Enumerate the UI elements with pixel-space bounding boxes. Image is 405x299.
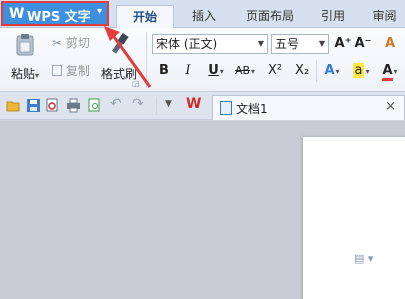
- group-divider: [146, 32, 147, 88]
- redo-icon[interactable]: ↷: [132, 96, 147, 112]
- underline-label: U: [208, 63, 219, 78]
- print-preview-icon[interactable]: [45, 98, 60, 113]
- document-workspace: ▤ ▾: [0, 121, 405, 299]
- copy-icon: [52, 65, 62, 76]
- cut-button[interactable]: ✂ 剪切: [52, 34, 90, 51]
- strikethrough-button[interactable]: AB▾: [230, 61, 260, 81]
- clipboard-dialog-launcher-icon[interactable]: ◲: [132, 79, 140, 88]
- document-icon: [220, 101, 232, 115]
- clear-format-button[interactable]: A: [380, 34, 400, 54]
- shrink-font-button[interactable]: A⁻: [354, 34, 372, 54]
- paste-label: 粘贴: [10, 67, 35, 81]
- paste-button[interactable]: 粘贴▾: [6, 32, 44, 88]
- document-tab[interactable]: 文档1 ×: [212, 95, 405, 120]
- tab-review[interactable]: 审阅: [364, 5, 405, 28]
- tab-references[interactable]: 引用: [310, 5, 356, 28]
- toolbar-divider: [156, 97, 157, 115]
- tab-home[interactable]: 开始: [116, 5, 174, 29]
- text-effect-button[interactable]: A▾: [319, 61, 345, 81]
- chevron-down-icon: ▾: [335, 67, 340, 76]
- copy-button[interactable]: 复制: [52, 62, 90, 79]
- copy-label: 复制: [65, 64, 90, 78]
- document-tab-title: 文档1: [236, 102, 268, 116]
- font-color-label: A: [382, 63, 393, 81]
- save-icon[interactable]: [26, 98, 41, 113]
- close-icon[interactable]: ×: [385, 99, 396, 114]
- open-icon[interactable]: [6, 98, 21, 113]
- tab-strip: W WPS 文字 ▾ 开始 插入 页面布局 引用 审阅: [0, 0, 405, 29]
- paintbrush-icon: [111, 33, 129, 54]
- chevron-down-icon: ▾: [393, 67, 398, 76]
- highlight-label: a: [352, 63, 365, 78]
- app-menu-label: WPS 文字: [27, 10, 91, 25]
- chevron-down-icon: ▼: [318, 39, 325, 48]
- chevron-down-icon: ▾: [96, 6, 102, 17]
- chevron-down-icon: ▼: [257, 39, 264, 48]
- quick-access-toolbar: ↶ ↷ ▼ W 文档1 ×: [0, 92, 405, 120]
- eraser-icon: A: [384, 36, 396, 51]
- text-effect-label: A: [324, 63, 335, 78]
- chevron-down-icon: ▾: [251, 67, 256, 76]
- document-page[interactable]: ▤ ▾: [303, 137, 405, 299]
- tab-insert[interactable]: 插入: [180, 5, 228, 28]
- underline-button[interactable]: U▾: [204, 61, 228, 81]
- grow-font-button[interactable]: A⁺: [334, 34, 352, 54]
- font-name-value: 宋体 (正文): [156, 37, 218, 51]
- print-icon[interactable]: [66, 98, 81, 113]
- subscript-button[interactable]: X₂: [291, 61, 313, 81]
- chevron-down-icon: ▾: [365, 67, 370, 76]
- customize-icon[interactable]: ▼: [165, 99, 180, 114]
- undo-icon[interactable]: ↶: [110, 96, 125, 112]
- clipboard-icon: [16, 34, 34, 56]
- chevron-down-icon: ▾: [35, 71, 40, 80]
- font-size-value: 五号: [275, 37, 300, 51]
- bold-button[interactable]: B: [156, 61, 172, 81]
- wps-logo-icon: W: [9, 6, 25, 22]
- font-color-button[interactable]: A▾: [377, 61, 403, 81]
- highlight-button[interactable]: a ▾: [348, 61, 374, 81]
- tab-page-layout[interactable]: 页面布局: [236, 5, 304, 28]
- strikethrough-label: AB: [234, 64, 251, 77]
- superscript-button[interactable]: X²: [264, 61, 286, 81]
- font-size-select[interactable]: 五号 ▼: [271, 34, 329, 54]
- paste-options-icon[interactable]: ▤ ▾: [354, 252, 373, 265]
- italic-button[interactable]: I: [180, 61, 196, 81]
- cut-label: 剪切: [65, 36, 90, 50]
- scissors-icon: ✂: [52, 36, 63, 50]
- font-name-select[interactable]: 宋体 (正文) ▼: [152, 34, 268, 54]
- group-divider: [316, 60, 317, 82]
- wps-logo-icon[interactable]: W: [186, 96, 201, 112]
- chevron-down-icon: ▾: [219, 67, 224, 76]
- ribbon-home: 粘贴▾ ✂ 剪切 复制 格式刷 ◲ 宋体 (正文) ▼ 五号 ▼ A⁺ A⁻ A…: [0, 28, 405, 92]
- wps-app-menu-button[interactable]: W WPS 文字 ▾: [1, 1, 109, 26]
- preview-icon[interactable]: [87, 98, 102, 113]
